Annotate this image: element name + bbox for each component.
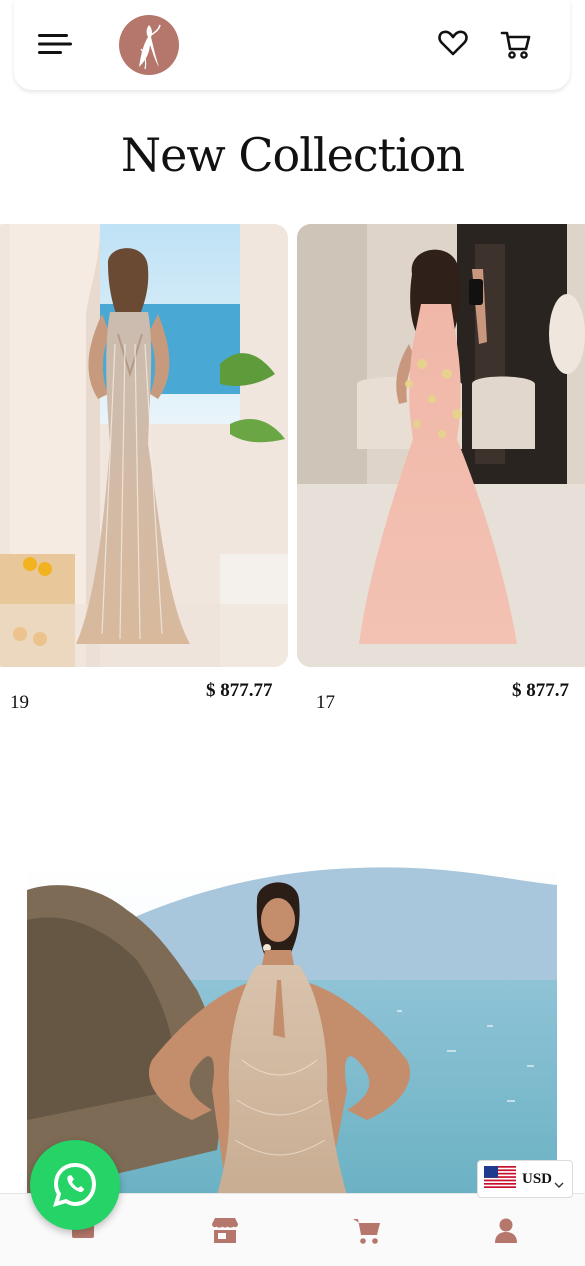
whatsapp-icon xyxy=(53,1162,97,1207)
heart-icon[interactable] xyxy=(438,28,468,58)
cart-icon[interactable] xyxy=(352,1216,382,1246)
product-image-1[interactable] xyxy=(0,224,288,667)
cart-icon[interactable] xyxy=(500,28,532,60)
product-sku-1: 19 xyxy=(10,692,29,713)
product-price-1: $ 877.77 xyxy=(206,680,273,701)
chevron-down-icon xyxy=(554,1174,564,1193)
us-flag-icon xyxy=(484,1166,516,1192)
currency-selector[interactable]: USD xyxy=(477,1160,573,1198)
hamburger-icon[interactable] xyxy=(36,30,72,58)
brand-logo[interactable] xyxy=(119,15,179,75)
currency-code: USD xyxy=(522,1170,553,1187)
section-title: New Collection xyxy=(120,128,465,182)
product-sku-2: 17 xyxy=(316,692,335,713)
product-image-2[interactable] xyxy=(297,224,585,667)
user-icon[interactable] xyxy=(491,1216,521,1246)
store-icon[interactable] xyxy=(210,1216,240,1246)
whatsapp-chat-button[interactable] xyxy=(30,1140,120,1230)
product-price-2: $ 877.7 xyxy=(512,680,569,701)
top-header xyxy=(14,0,570,90)
